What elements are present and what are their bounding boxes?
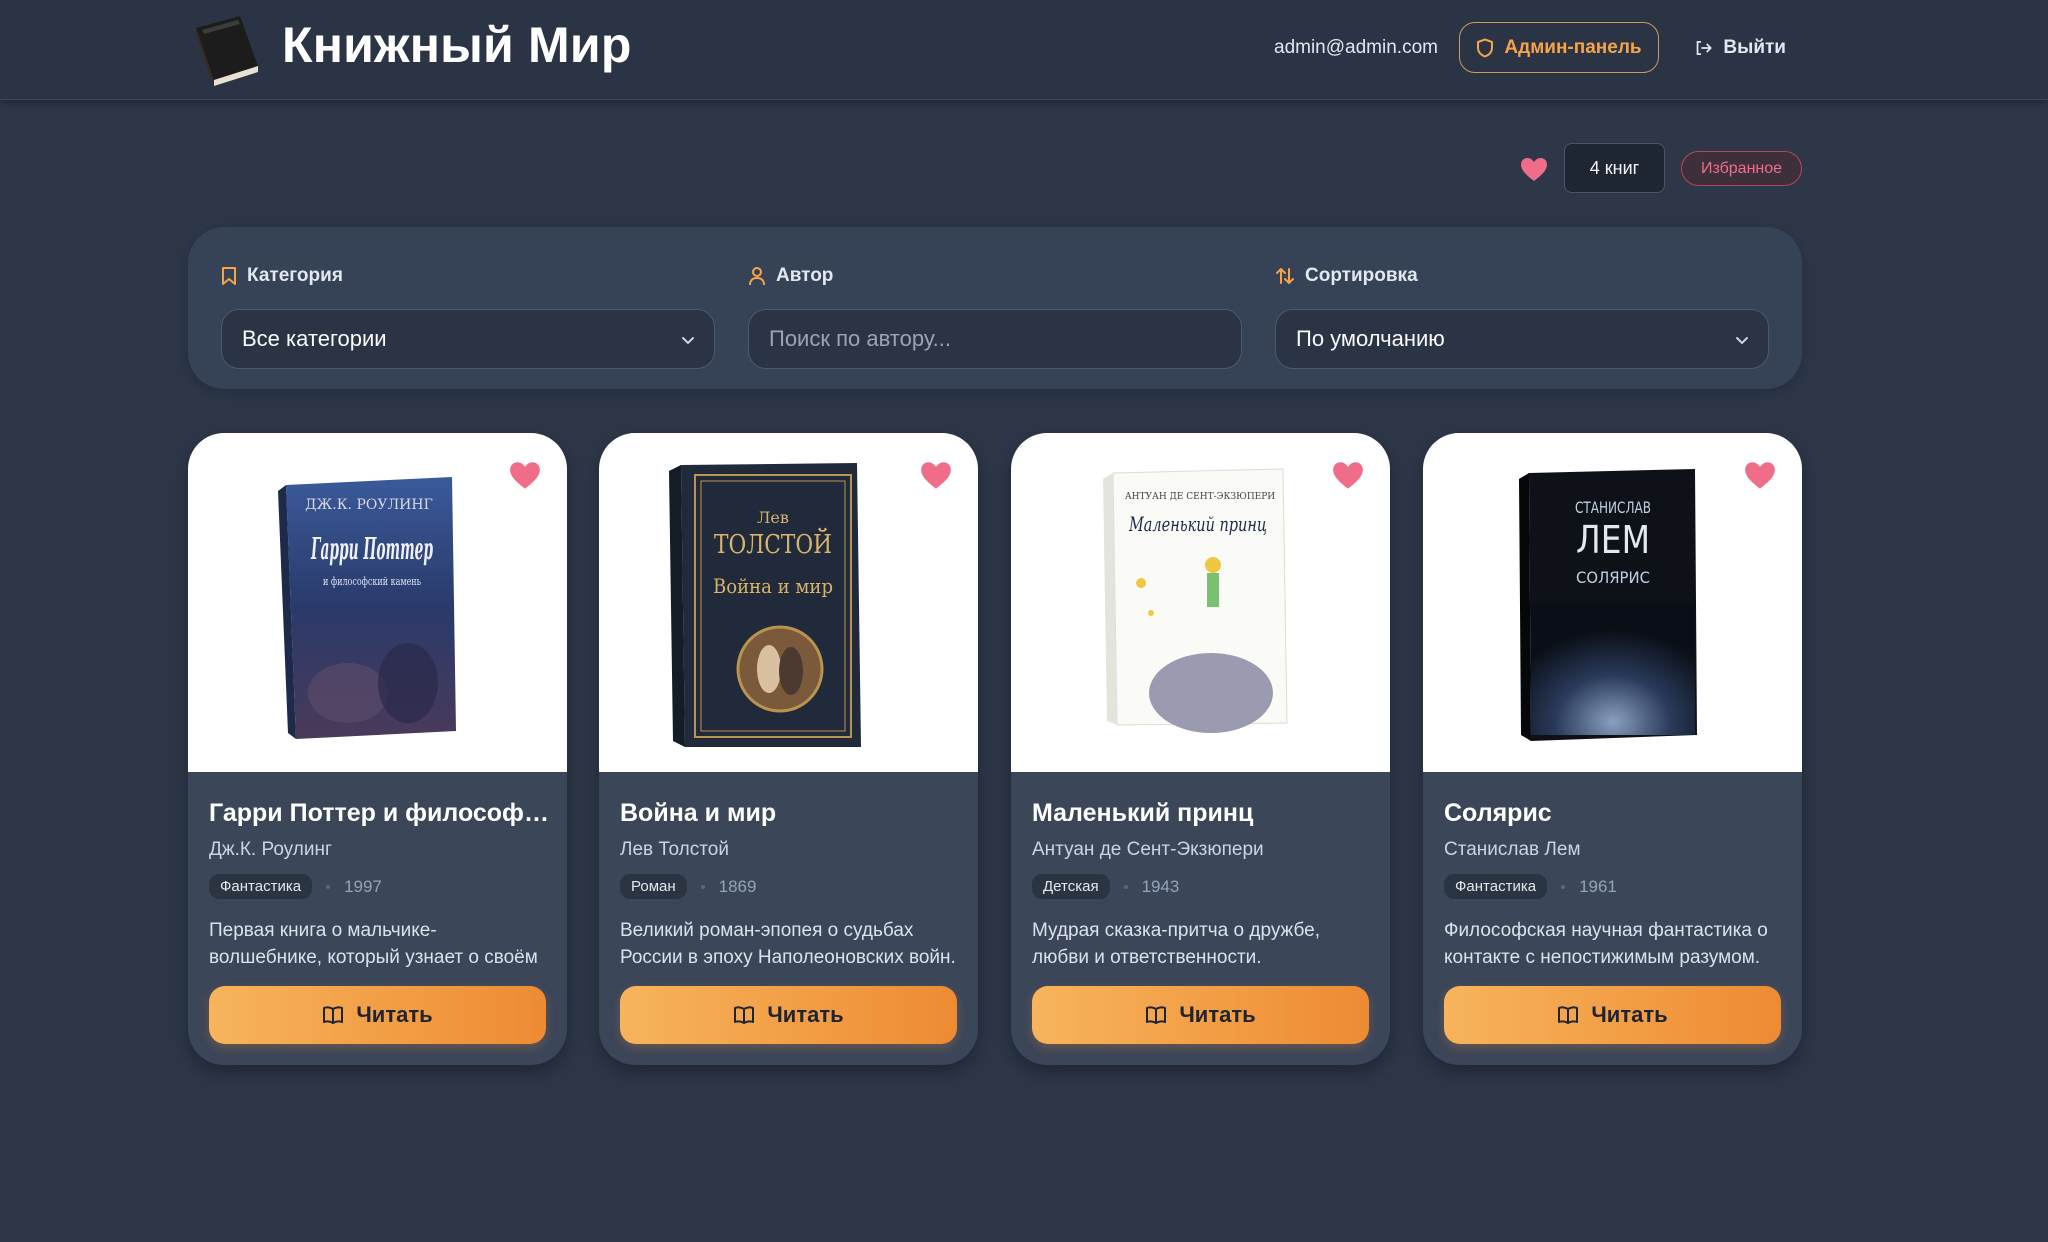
read-button[interactable]: Читать — [209, 986, 546, 1044]
book-author: Антуан де Сент-Экзюпери — [1032, 839, 1264, 860]
category-tag: Фантастика — [1444, 874, 1548, 899]
book-year: 1961 — [1579, 876, 1617, 896]
sort-icon — [1276, 268, 1294, 284]
book-cover[interactable]: Лев ТОЛСТОЙ Война и мир — [599, 433, 978, 772]
bookmark-icon — [222, 267, 236, 285]
cover-author-text: ТОЛСТОЙ — [714, 528, 832, 560]
category-tag: Детская — [1032, 874, 1110, 899]
cover-author-text: АНТУАН ДЕ СЕНТ-ЭКЗЮПЕРИ — [1125, 492, 1275, 502]
author-search-input[interactable]: Поиск по автору... — [748, 309, 1242, 369]
admin-panel-label: Админ-панель — [1504, 36, 1642, 58]
favorite-heart-icon[interactable] — [1744, 461, 1776, 491]
sort-filter: Сортировка По умолчанию — [1275, 261, 1769, 369]
category-filter: Категория Все категории — [221, 261, 715, 369]
user-icon — [749, 267, 765, 286]
book-year: 1869 — [718, 876, 757, 896]
read-button[interactable]: Читать — [1444, 986, 1781, 1044]
book-title[interactable]: Гарри Поттер и философский камень — [209, 799, 549, 828]
sort-filter-label: Сортировка — [1305, 265, 1418, 286]
book-author: Станислав Лем — [1444, 839, 1581, 860]
read-button[interactable]: Читать — [620, 986, 957, 1044]
sort-select[interactable]: По умолчанию — [1275, 309, 1769, 369]
cover-author-text: ДЖ.К. РОУЛИНГ — [305, 497, 433, 513]
book-title[interactable]: Солярис — [1444, 799, 1784, 828]
chevron-down-icon — [1736, 337, 1748, 345]
top-navbar: Книжный Мир admin@admin.com Админ-панель… — [0, 0, 2048, 100]
cover-author-text: ЛЕМ — [1576, 518, 1650, 562]
book-card[interactable]: СТАНИСЛАВ ЛЕМ СОЛЯРИС Солярис Станислав … — [1423, 433, 1802, 1065]
book-year: 1997 — [344, 876, 382, 896]
favorites-filter-pill[interactable]: Избранное — [1681, 151, 1802, 186]
favorite-heart-icon[interactable] — [1332, 461, 1364, 491]
cover-title-text: Маленький принц — [1128, 512, 1267, 536]
book-title[interactable]: Война и мир — [620, 799, 960, 828]
book-count-badge: 4 книг — [1564, 143, 1665, 193]
author-search-placeholder: Поиск по автору... — [769, 326, 951, 351]
cover-title-text: Гарри Поттер — [311, 532, 433, 567]
filter-panel: Категория Все категории Автор Поиск по а… — [188, 227, 1802, 389]
logout-button[interactable]: Выйти — [1694, 22, 1786, 73]
read-button-label: Читать — [1179, 1002, 1256, 1027]
chevron-down-icon — [682, 337, 694, 345]
read-button[interactable]: Читать — [1032, 986, 1369, 1044]
book-description: Философская научная фантастика о контакт… — [1444, 920, 1768, 968]
favorite-heart-icon[interactable] — [509, 461, 541, 491]
logout-label: Выйти — [1723, 36, 1786, 58]
logout-icon — [1696, 40, 1712, 55]
sort-select-value: По умолчанию — [1296, 326, 1445, 351]
book-author: Дж.К. Роулинг — [209, 839, 332, 860]
book-author: Лев Толстой — [620, 839, 729, 860]
book-description: Мудрая сказка-притча о дружбе, любви и о… — [1032, 920, 1320, 968]
user-email: admin@admin.com — [1274, 37, 1438, 58]
read-button-label: Читать — [356, 1002, 433, 1027]
author-filter: Автор Поиск по автору... — [748, 261, 1242, 369]
book-description: Великий роман-эпопея о судьбах России в … — [620, 920, 956, 968]
book-card[interactable]: АНТУАН ДЕ СЕНТ-ЭКЗЮПЕРИ Маленький принц … — [1011, 433, 1390, 1065]
category-filter-label: Категория — [247, 265, 343, 286]
shield-icon — [1477, 38, 1494, 57]
admin-panel-button[interactable]: Админ-панель — [1459, 22, 1659, 73]
book-grid: ДЖ.К. РОУЛИНГ Гарри Поттер и философский… — [188, 433, 1802, 1065]
cover-subtitle-text: и философский камень — [323, 575, 421, 588]
cover-title-text: Война и мир — [713, 574, 833, 598]
book-title[interactable]: Маленький принц — [1032, 799, 1372, 828]
open-book-icon — [1558, 1006, 1579, 1024]
book-cover[interactable]: ДЖ.К. РОУЛИНГ Гарри Поттер и философский… — [188, 433, 567, 772]
open-book-icon — [1146, 1006, 1167, 1024]
book-cover[interactable]: АНТУАН ДЕ СЕНТ-ЭКЗЮПЕРИ Маленький принц — [1011, 433, 1390, 772]
open-book-icon — [323, 1006, 344, 1024]
favorite-heart-icon[interactable] — [920, 461, 952, 491]
category-select[interactable]: Все категории — [221, 309, 715, 369]
read-button-label: Читать — [767, 1002, 844, 1027]
category-tag: Роман — [620, 874, 687, 899]
book-description: Первая книга о мальчике-волшебнике, кото… — [209, 920, 538, 968]
category-tag: Фантастика — [209, 874, 313, 899]
book-year: 1943 — [1141, 876, 1180, 896]
book-card[interactable]: Лев ТОЛСТОЙ Война и мир Война и мир Лев … — [599, 433, 978, 1065]
category-select-value: Все категории — [242, 326, 387, 351]
open-book-icon — [734, 1006, 755, 1024]
book-cover[interactable]: СТАНИСЛАВ ЛЕМ СОЛЯРИС — [1423, 433, 1802, 772]
book-card[interactable]: ДЖ.К. РОУЛИНГ Гарри Поттер и философский… — [188, 433, 567, 1065]
heart-icon — [1521, 158, 1547, 181]
book-logo-icon[interactable] — [188, 6, 264, 86]
cover-author-first-text: Лев — [757, 508, 789, 527]
cover-title-text: СОЛЯРИС — [1576, 568, 1650, 587]
read-button-label: Читать — [1591, 1002, 1668, 1027]
author-filter-label: Автор — [776, 265, 834, 286]
cover-author-first-text: СТАНИСЛАВ — [1575, 498, 1651, 517]
brand-title[interactable]: Книжный Мир — [282, 16, 632, 74]
